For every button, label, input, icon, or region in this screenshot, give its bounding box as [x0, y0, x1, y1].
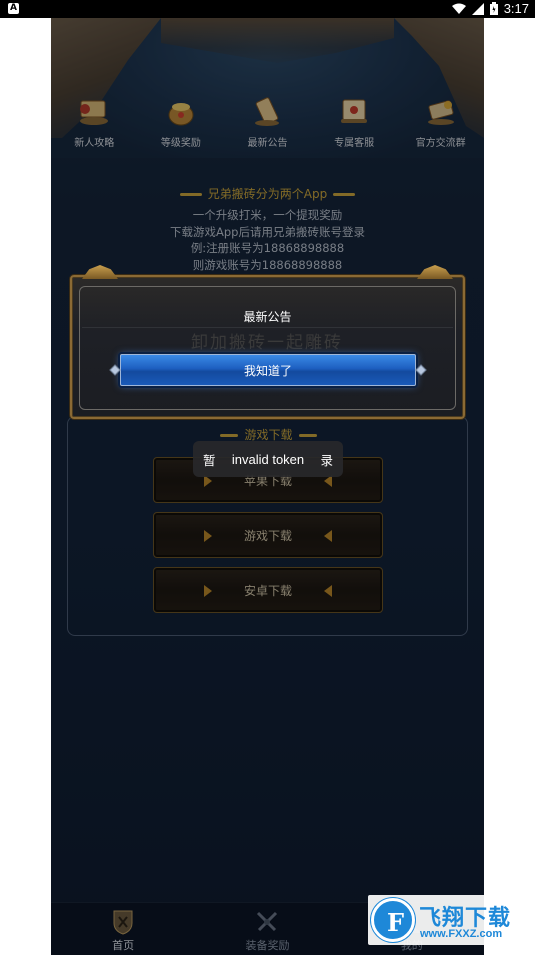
site-watermark: F 飞翔下载 www.FXXZ.com — [368, 895, 524, 945]
error-toast: 暂 invalid token 录 — [193, 441, 343, 477]
notification-badge-icon: A — [8, 3, 19, 14]
clock: 3:17 — [503, 1, 529, 16]
announcement-dialog: 最新公告 卸加搬砖一起雕砖 我知道了 — [70, 265, 465, 419]
modal-backdrop[interactable] — [51, 18, 484, 955]
toast-right-char: 录 — [320, 452, 333, 468]
confirm-button[interactable]: 我知道了 — [109, 354, 427, 386]
wifi-icon — [451, 3, 466, 15]
watermark-logo-icon: F — [371, 898, 415, 942]
toast-message: invalid token — [231, 451, 305, 467]
watermark-url: www.FXXZ.com — [420, 928, 503, 940]
status-bar: A 3:17 — [0, 0, 535, 18]
app-screen: 新人攻略 等级奖励 最新公告 专属客服 官方交流群 兄弟搬砖分为两个App 一个… — [51, 18, 484, 955]
signal-icon — [471, 2, 484, 15]
battery-icon — [489, 2, 498, 15]
toast-left-char: 暂 — [203, 452, 216, 468]
dialog-title: 最新公告 — [243, 310, 292, 324]
dialog-divider — [82, 327, 453, 328]
